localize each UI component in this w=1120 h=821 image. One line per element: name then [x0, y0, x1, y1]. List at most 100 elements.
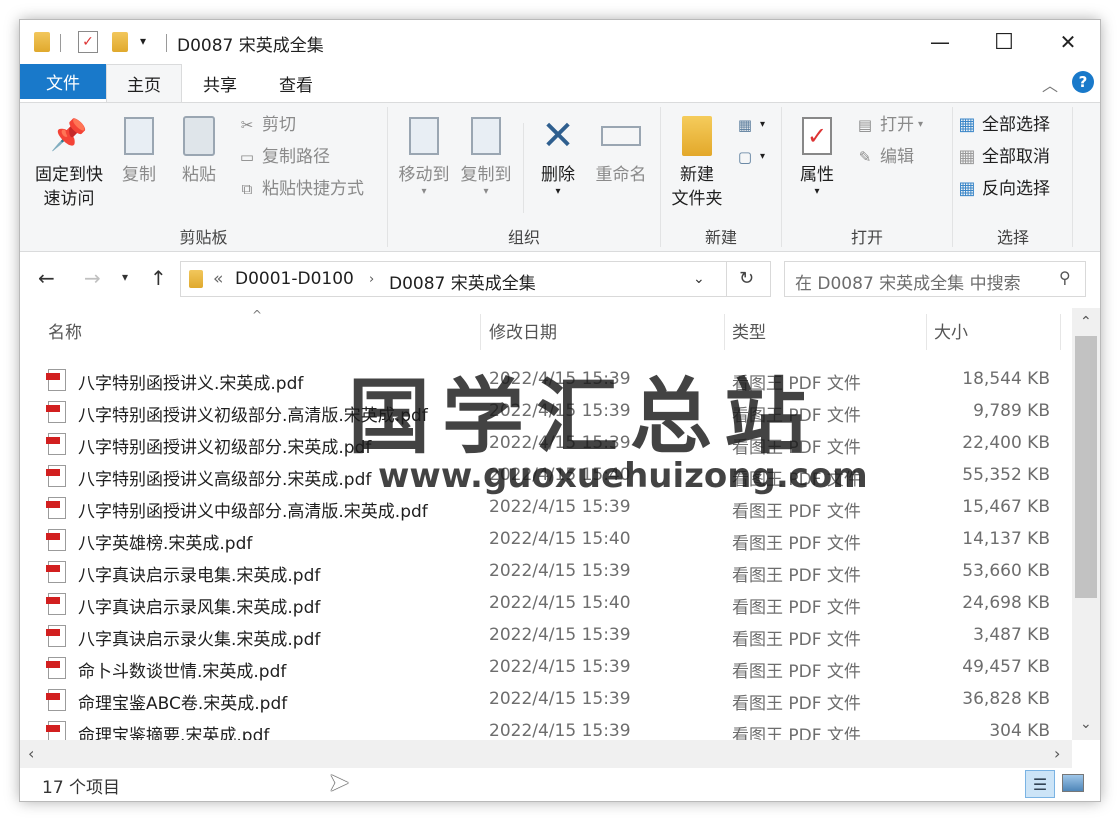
copy-button[interactable]: 复制 — [112, 113, 166, 187]
copy-to-button[interactable]: 复制到 ▾ — [456, 113, 516, 197]
invert-selection-button[interactable]: ▦ 反向选择 — [956, 177, 1050, 201]
tab-share[interactable]: 共享 — [188, 64, 252, 102]
pdf-file-icon — [46, 657, 66, 679]
column-header-size[interactable]: 大小 — [934, 318, 968, 343]
search-icon[interactable]: ⚲ — [1059, 268, 1071, 287]
tab-file[interactable]: 文件 — [20, 64, 106, 99]
new-folder-quick-icon[interactable] — [112, 32, 128, 52]
pin-label-line1: 固定到快 — [35, 165, 103, 185]
table-row[interactable]: 命理宝鉴ABC卷.宋英成.pdf 2022/4/15 15:39 看图王 PDF… — [20, 684, 1072, 716]
column-header-name[interactable]: 名称 — [48, 318, 82, 343]
customize-toolbar-icon[interactable]: ▾ — [140, 34, 146, 48]
copy-path-button[interactable]: ▭ 复制路径 — [236, 145, 330, 169]
table-row[interactable]: 八字英雄榜.宋英成.pdf 2022/4/15 15:40 看图王 PDF 文件… — [20, 524, 1072, 556]
tab-view[interactable]: 查看 — [264, 64, 328, 102]
edit-button[interactable]: ✎ 编辑 — [854, 145, 914, 169]
group-divider — [1072, 107, 1073, 247]
file-name: 八字真诀启示录风集.宋英成.pdf — [78, 598, 321, 618]
select-all-button[interactable]: ▦ 全部选择 — [956, 113, 1050, 137]
dropdown-arrow-icon: ▾ — [555, 186, 561, 197]
scroll-right-icon[interactable]: › — [1054, 744, 1060, 763]
breadcrumb-d0001-d0100[interactable]: D0001-D0100 — [235, 269, 354, 289]
easy-access-button[interactable]: ▢ ▾ — [734, 145, 765, 169]
column-divider[interactable] — [480, 314, 481, 350]
pin-quick-access-button[interactable]: 📌 固定到快 速访问 — [28, 113, 110, 211]
table-row[interactable]: 八字真诀启示录火集.宋英成.pdf 2022/4/15 15:39 看图王 PD… — [20, 620, 1072, 652]
cut-button[interactable]: ✂ 剪切 — [236, 113, 296, 137]
help-icon[interactable]: ? — [1072, 71, 1094, 93]
up-arrow-icon[interactable]: ↑ — [150, 266, 167, 290]
collapse-ribbon-icon[interactable]: ︿ — [1042, 72, 1058, 96]
properties-quick-icon[interactable]: ✓ — [78, 31, 98, 53]
copy-icon — [117, 113, 161, 159]
recent-locations-icon[interactable]: ▾ — [122, 270, 128, 284]
vertical-scrollbar[interactable]: ⌃ ⌄ — [1072, 308, 1100, 740]
breadcrumb-separator-icon: › — [369, 272, 375, 287]
breadcrumb-d0087[interactable]: D0087 宋英成全集 — [389, 269, 536, 294]
paste-shortcut-button[interactable]: ⧉ 粘贴快捷方式 — [236, 177, 364, 201]
copy-label: 复制 — [122, 165, 156, 185]
address-bar[interactable]: « D0001-D0100 › D0087 宋英成全集 ⌄ ↻ — [180, 261, 771, 297]
breadcrumb-overflow[interactable]: « — [213, 269, 223, 289]
details-view-icon[interactable]: ☰ — [1025, 770, 1055, 798]
properties-button[interactable]: ✓ 属性 ▾ — [788, 113, 846, 197]
watermark-url: www.guoxuehuizong.com — [378, 456, 868, 496]
minimize-button[interactable]: — — [908, 20, 972, 64]
file-size: 3,487 KB — [973, 625, 1050, 645]
new-folder-button[interactable]: 新建 文件夹 — [664, 113, 730, 211]
file-type: 看图王 PDF 文件 — [732, 630, 861, 650]
file-name: 命理宝鉴ABC卷.宋英成.pdf — [78, 694, 288, 714]
rename-icon — [599, 113, 643, 159]
tab-home[interactable]: 主页 — [106, 64, 182, 102]
sort-ascending-icon: ^ — [252, 308, 263, 322]
table-row[interactable]: 命卜斗数谈世情.宋英成.pdf 2022/4/15 15:39 看图王 PDF … — [20, 652, 1072, 684]
vertical-scroll-thumb[interactable] — [1075, 336, 1097, 598]
new-item-button[interactable]: ▦ ▾ — [734, 113, 765, 137]
back-arrow-icon[interactable]: ← — [38, 266, 55, 290]
rename-button[interactable]: 重命名 — [590, 113, 652, 187]
group-label-organize: 组织 — [507, 228, 540, 247]
table-row[interactable]: 八字真诀启示录电集.宋英成.pdf 2022/4/15 15:39 看图王 PD… — [20, 556, 1072, 588]
horizontal-scrollbar[interactable]: ‹ › — [20, 740, 1072, 768]
refresh-icon[interactable]: ↻ — [739, 268, 754, 289]
close-button[interactable]: ✕ — [1036, 20, 1100, 64]
scroll-left-icon[interactable]: ‹ — [28, 744, 34, 763]
table-row[interactable]: 八字特别函授讲义中级部分.高清版.宋英成.pdf 2022/4/15 15:39… — [20, 492, 1072, 524]
dropdown-arrow-icon: ▾ — [760, 119, 766, 130]
file-name: 八字特别函授讲义高级部分.宋英成.pdf — [78, 470, 372, 490]
search-input[interactable]: 在 D0087 宋英成全集 中搜索 — [795, 269, 1021, 294]
select-none-button[interactable]: ▦ 全部取消 — [956, 145, 1050, 169]
explorer-window: ✓ ▾ D0087 宋英成全集 — ☐ ✕ 文件 主页 共享 查看 ︿ ? 📌 … — [20, 20, 1100, 801]
scroll-up-icon[interactable]: ⌃ — [1080, 314, 1092, 330]
file-size: 304 KB — [989, 721, 1050, 740]
scissors-icon: ✂ — [240, 116, 254, 134]
file-type: 看图王 PDF 文件 — [732, 726, 861, 740]
new-folder-label-line2: 文件夹 — [671, 189, 723, 209]
table-row[interactable]: 命理宝鉴摘要.宋英成.pdf 2022/4/15 15:39 看图王 PDF 文… — [20, 716, 1072, 740]
search-box[interactable]: 在 D0087 宋英成全集 中搜索 ⚲ — [784, 261, 1086, 297]
table-row[interactable]: 八字真诀启示录风集.宋英成.pdf 2022/4/15 15:40 看图王 PD… — [20, 588, 1072, 620]
file-date: 2022/4/15 15:39 — [489, 497, 631, 517]
move-to-button[interactable]: 移动到 ▾ — [394, 113, 454, 197]
file-name: 八字特别函授讲义初级部分.宋英成.pdf — [78, 438, 372, 458]
maximize-button[interactable]: ☐ — [972, 20, 1036, 64]
group-label-new: 新建 — [704, 228, 737, 247]
scroll-down-icon[interactable]: ⌄ — [1080, 716, 1092, 732]
file-size: 24,698 KB — [962, 593, 1050, 613]
pdf-file-icon — [46, 465, 66, 487]
column-divider[interactable] — [1060, 314, 1061, 350]
column-divider[interactable] — [926, 314, 927, 350]
forward-arrow-icon[interactable]: → — [84, 266, 101, 290]
column-header-type[interactable]: 类型 — [732, 318, 766, 343]
pdf-file-icon — [46, 689, 66, 711]
divider — [166, 34, 167, 52]
column-divider[interactable] — [724, 314, 725, 350]
paste-button[interactable]: 粘贴 — [172, 113, 226, 187]
address-history-chevron-icon[interactable]: ⌄ — [693, 271, 705, 287]
open-button[interactable]: ▤ 打开 ▾ — [854, 113, 923, 137]
file-date: 2022/4/15 15:39 — [489, 721, 631, 740]
column-header-date[interactable]: 修改日期 — [489, 318, 557, 343]
large-icons-view-icon[interactable] — [1062, 774, 1084, 792]
new-folder-icon — [675, 113, 719, 159]
delete-button[interactable]: ✕ 删除 ▾ — [530, 113, 586, 197]
